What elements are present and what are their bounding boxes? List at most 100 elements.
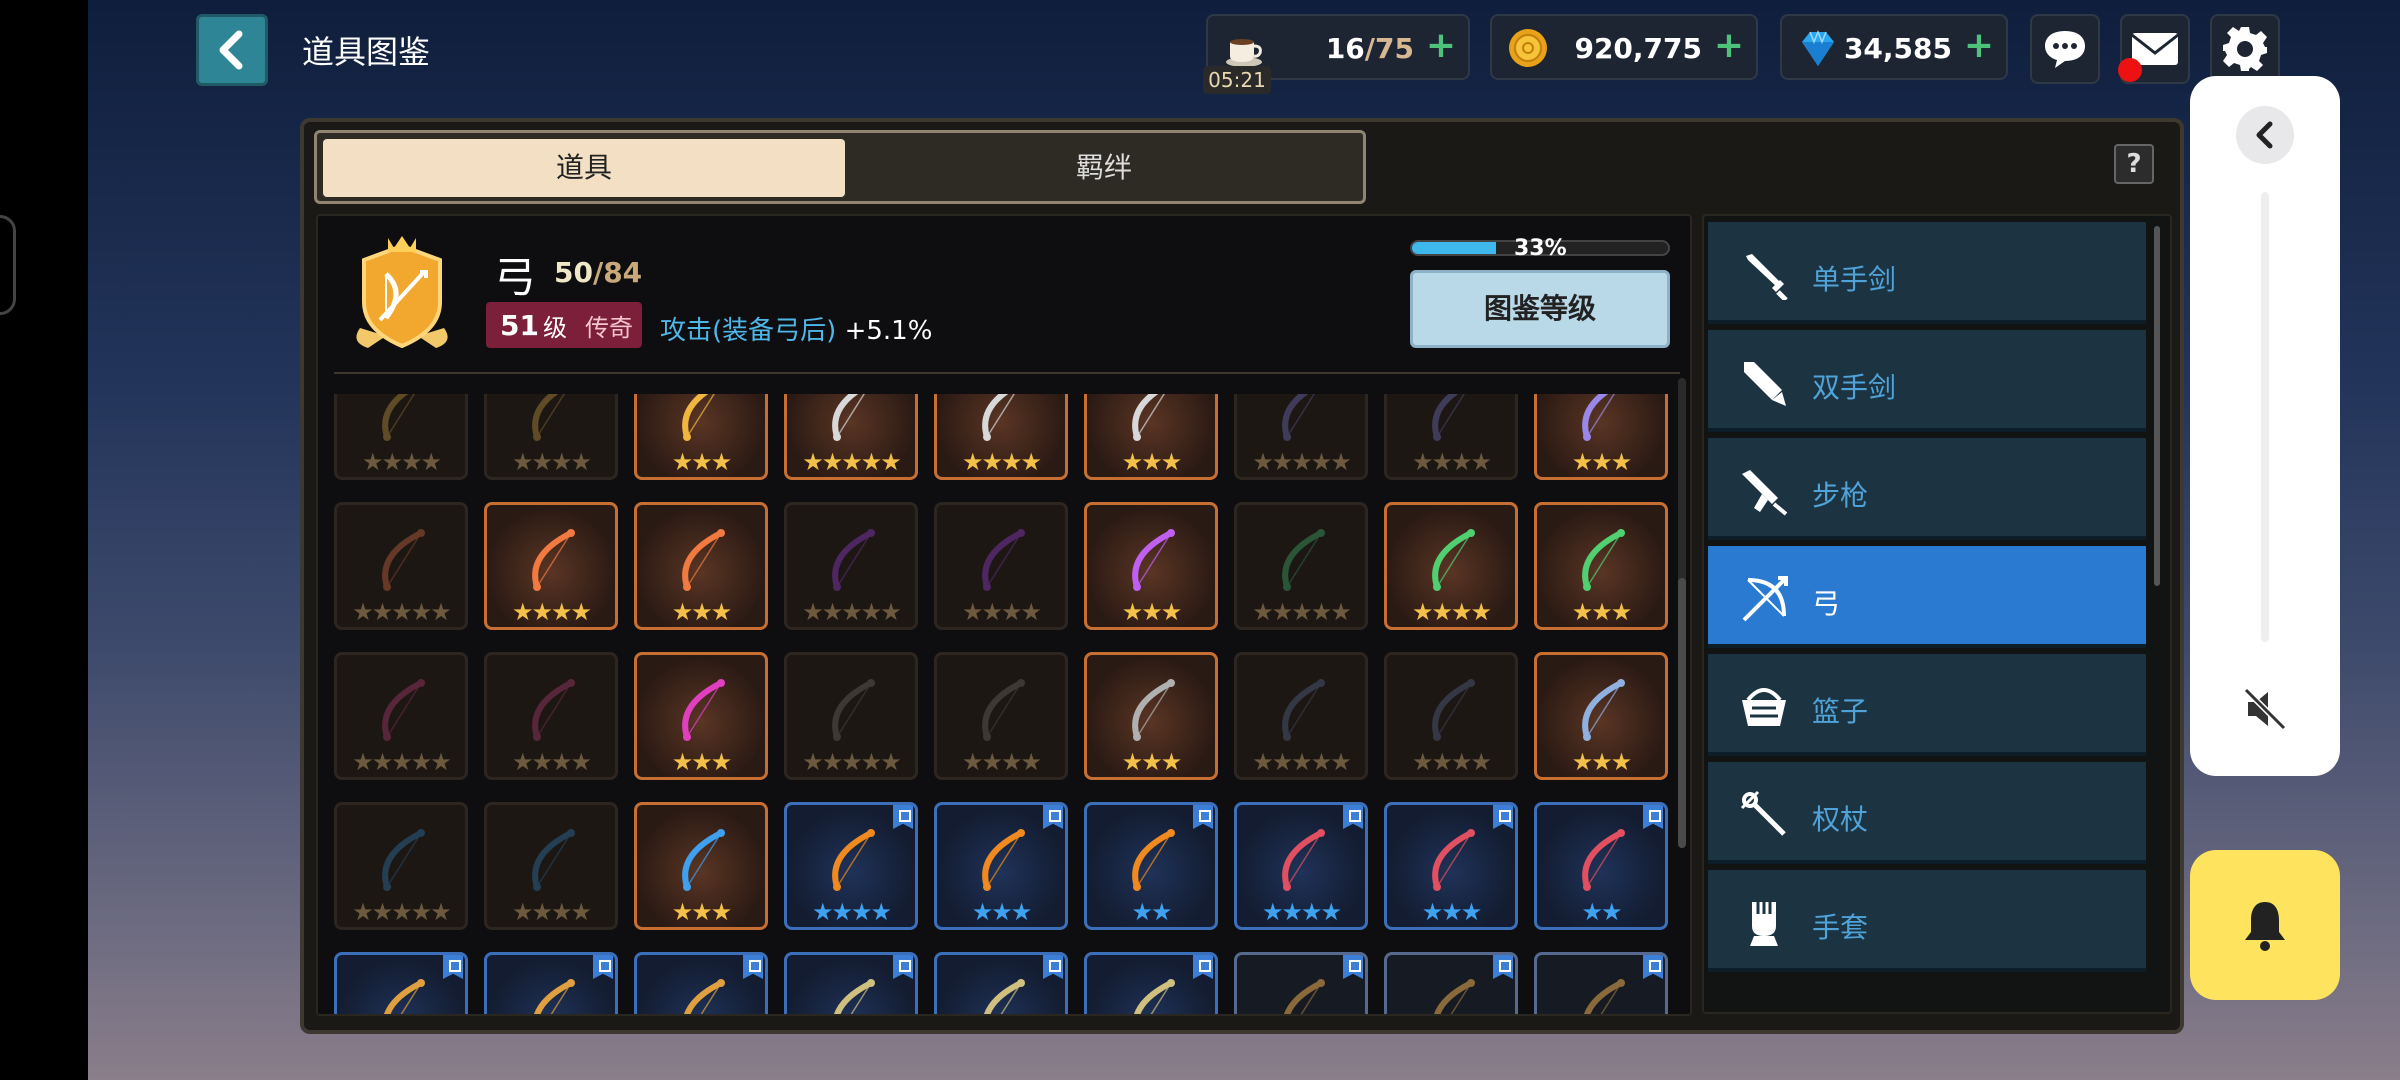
bow-icon bbox=[982, 679, 1025, 741]
item-slot[interactable]: ★★★★★ bbox=[1234, 502, 1368, 630]
item-slot[interactable]: ★★★★★ bbox=[1234, 394, 1368, 480]
item-slot[interactable]: ★★★ bbox=[634, 394, 768, 480]
gem-value: 34,585 bbox=[1843, 32, 1952, 65]
item-slot[interactable]: ★★★★ bbox=[784, 802, 918, 930]
bow-icon bbox=[1282, 529, 1325, 591]
tab-bonds[interactable]: 羁绊 bbox=[849, 139, 1359, 197]
item-star-rating: ★★★ bbox=[671, 748, 733, 776]
item-slot[interactable]: ★★★ bbox=[1084, 652, 1218, 780]
add-gold-button[interactable]: + bbox=[1714, 28, 1744, 64]
chevron-left-icon bbox=[2256, 121, 2273, 149]
bow-icon bbox=[1282, 829, 1325, 891]
item-slot[interactable]: ★★★★ bbox=[484, 502, 618, 630]
item-slot[interactable]: ★★★★★ bbox=[784, 502, 918, 630]
collapse-panel-button[interactable] bbox=[2236, 106, 2294, 164]
item-slot[interactable]: ★★★★ bbox=[484, 802, 618, 930]
item-star-rating: ★★★ bbox=[1121, 748, 1183, 776]
volume-slider[interactable] bbox=[2261, 192, 2269, 642]
page-title: 道具图鉴 bbox=[302, 33, 431, 71]
item-slot[interactable]: ★★★ bbox=[1534, 502, 1668, 630]
item-slot[interactable] bbox=[334, 952, 468, 1014]
item-slot[interactable]: ★★ bbox=[1534, 802, 1668, 930]
item-slot[interactable] bbox=[784, 952, 918, 1014]
category-label: 单手剑 bbox=[1812, 263, 1897, 296]
category-item[interactable]: 手套 bbox=[1708, 870, 2146, 972]
item-grid[interactable]: ★★★★ ★★★★ ★★★ ★★★★★ ★★★★ ★★★ ★★★★★ ★★★★ ★★★ ★★★★★… bbox=[334, 394, 1670, 1014]
settings-button[interactable] bbox=[2210, 14, 2280, 84]
item-slot[interactable]: ★★★★ bbox=[1384, 394, 1518, 480]
category-scrollbar[interactable] bbox=[2154, 226, 2160, 586]
greatsword-icon bbox=[1744, 362, 1786, 406]
bow-icon bbox=[532, 529, 575, 591]
screen-edge bbox=[0, 0, 88, 1080]
item-slot[interactable] bbox=[1084, 952, 1218, 1014]
item-slot[interactable] bbox=[1234, 952, 1368, 1014]
tab-items[interactable]: 道具 bbox=[323, 139, 845, 197]
item-slot[interactable]: ★★★★★ bbox=[784, 394, 918, 480]
grid-scrollbar-thumb[interactable] bbox=[1678, 578, 1686, 848]
item-slot[interactable]: ★★★★ bbox=[934, 394, 1068, 480]
notification-button[interactable] bbox=[2190, 850, 2340, 1000]
item-slot[interactable]: ★★★ bbox=[1534, 652, 1668, 780]
item-slot[interactable]: ★★★★ bbox=[1234, 802, 1368, 930]
category-label: 步枪 bbox=[1812, 479, 1869, 512]
item-star-rating: ★★★★ bbox=[511, 448, 592, 476]
item-slot[interactable]: ★★★★★ bbox=[334, 502, 468, 630]
add-gem-button[interactable]: + bbox=[1964, 28, 1994, 64]
item-slot[interactable]: ★★★ bbox=[1084, 502, 1218, 630]
item-slot[interactable]: ★★★ bbox=[1534, 394, 1668, 480]
bow-icon bbox=[982, 394, 1015, 441]
item-slot[interactable]: ★★★ bbox=[1084, 394, 1218, 480]
item-slot[interactable] bbox=[484, 952, 618, 1014]
bow-icon bbox=[382, 529, 425, 591]
edge-handle[interactable] bbox=[0, 215, 16, 315]
gem-display[interactable]: 34,585 + bbox=[1780, 14, 2008, 80]
item-slot[interactable]: ★★★★ bbox=[1384, 652, 1518, 780]
item-slot[interactable]: ★★★★ bbox=[334, 394, 468, 480]
item-slot[interactable]: ★★★★ bbox=[484, 394, 618, 480]
item-slot[interactable]: ★★★★ bbox=[1384, 502, 1518, 630]
item-slot[interactable]: ★★★ bbox=[634, 652, 768, 780]
level-badge: 51 级 传奇 bbox=[486, 302, 642, 348]
bow-icon bbox=[1132, 394, 1165, 441]
item-slot[interactable]: ★★★★★ bbox=[1234, 652, 1368, 780]
gold-display[interactable]: 920,775 + bbox=[1490, 14, 1758, 80]
item-slot[interactable]: ★★★★★ bbox=[784, 652, 918, 780]
item-slot[interactable] bbox=[934, 952, 1068, 1014]
item-slot[interactable]: ★★★★ bbox=[934, 502, 1068, 630]
item-slot[interactable]: ★★ bbox=[1084, 802, 1218, 930]
back-button[interactable] bbox=[196, 14, 268, 86]
basket-icon bbox=[1742, 688, 1786, 726]
item-star-rating: ★★★★★ bbox=[1252, 598, 1352, 626]
category-item[interactable]: 双手剑 bbox=[1708, 330, 2146, 432]
gold-value: 920,775 bbox=[1574, 32, 1702, 65]
item-slot[interactable] bbox=[1534, 952, 1668, 1014]
help-button[interactable]: ? bbox=[2114, 144, 2154, 184]
item-slot[interactable] bbox=[634, 952, 768, 1014]
category-item[interactable]: 步枪 bbox=[1708, 438, 2146, 540]
item-slot[interactable]: ★★★ bbox=[1384, 802, 1518, 930]
bow-icon bbox=[1134, 979, 1175, 1014]
item-star-rating: ★★ bbox=[1131, 898, 1172, 926]
item-slot[interactable]: ★★★★★ bbox=[334, 802, 468, 930]
mute-icon[interactable] bbox=[2240, 684, 2290, 734]
item-slot[interactable]: ★★★ bbox=[934, 802, 1068, 930]
item-slot[interactable]: ★★★★★ bbox=[334, 652, 468, 780]
category-item[interactable]: 篮子 bbox=[1708, 654, 2146, 756]
grid-scrollbar[interactable] bbox=[1678, 378, 1686, 848]
rifle-icon bbox=[1742, 470, 1788, 516]
item-slot[interactable]: ★★★★ bbox=[934, 652, 1068, 780]
item-slot[interactable]: ★★★★ bbox=[484, 652, 618, 780]
add-stamina-button[interactable]: + bbox=[1426, 28, 1456, 64]
category-title: 弓 bbox=[494, 253, 537, 302]
bow-icon bbox=[1282, 679, 1325, 741]
chat-button[interactable] bbox=[2030, 14, 2100, 84]
codex-level-button[interactable]: 图鉴等级 bbox=[1410, 270, 1670, 348]
bonus-value: +5.1% bbox=[844, 316, 933, 346]
category-item[interactable]: 单手剑 bbox=[1708, 222, 2146, 324]
category-item[interactable]: 权杖 bbox=[1708, 762, 2146, 864]
category-item[interactable]: 弓 bbox=[1708, 546, 2146, 648]
item-slot[interactable]: ★★★ bbox=[634, 502, 768, 630]
item-slot[interactable]: ★★★ bbox=[634, 802, 768, 930]
item-slot[interactable] bbox=[1384, 952, 1518, 1014]
